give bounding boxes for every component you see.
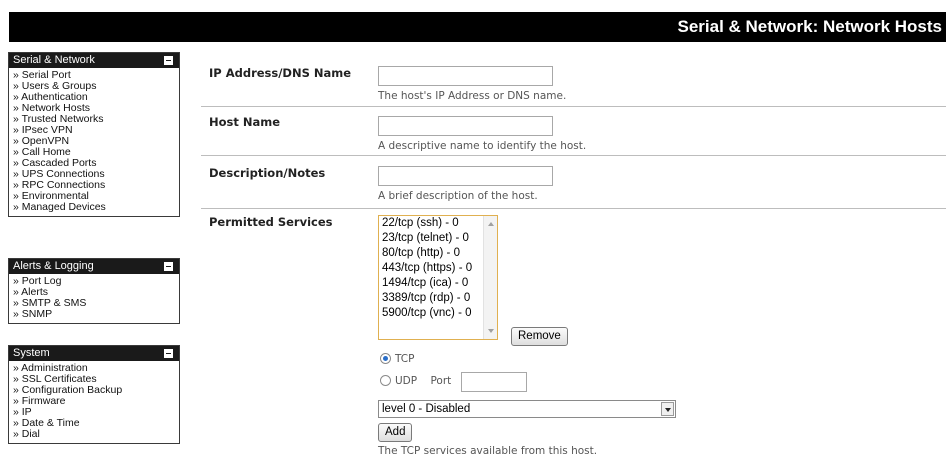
menu-title: System <box>13 347 50 359</box>
form-row-ip-address: IP Address/DNS Name The host's IP Addres… <box>201 52 946 102</box>
service-option[interactable]: 5900/tcp (vnc) - 0 <box>379 306 497 321</box>
port-input[interactable] <box>461 372 527 392</box>
description-label: Description/Notes <box>209 166 326 180</box>
tcp-radio-row[interactable]: TCP <box>380 353 414 365</box>
form-row-permitted-services: Permitted Services 22/tcp (ssh) - 0 23/t… <box>201 208 946 457</box>
menu-title: Serial & Network <box>13 54 95 66</box>
menu-items: » Administration » SSL Certificates » Co… <box>9 361 179 443</box>
services-listbox[interactable]: 22/tcp (ssh) - 0 23/tcp (telnet) - 0 80/… <box>378 215 498 340</box>
page-title: Serial & Network: Network Hosts <box>677 17 942 36</box>
menu-items: » Serial Port » Users & Groups » Authent… <box>9 68 179 216</box>
form-row-description: Description/Notes A brief description of… <box>201 155 946 207</box>
menu-serial-network: Serial & Network » Serial Port » Users &… <box>8 52 180 217</box>
service-option[interactable]: 443/tcp (https) - 0 <box>379 261 497 276</box>
host-name-label: Host Name <box>209 115 281 129</box>
service-option[interactable]: 23/tcp (telnet) - 0 <box>379 231 497 246</box>
sidebar-item-firmware[interactable]: » Firmware <box>13 396 179 407</box>
collapse-icon[interactable] <box>164 56 173 65</box>
udp-radio-row[interactable]: UDP Port <box>380 375 451 387</box>
menu-alerts-logging: Alerts & Logging » Port Log » Alerts » S… <box>8 258 180 324</box>
level-select-value: level 0 - Disabled <box>382 403 471 415</box>
menu-header-system[interactable]: System <box>9 346 179 361</box>
form-row-host-name: Host Name A descriptive name to identify… <box>201 106 946 154</box>
tcp-radio[interactable] <box>380 353 391 364</box>
menu-header-alerts-logging[interactable]: Alerts & Logging <box>9 259 179 274</box>
sidebar-item-managed-devices[interactable]: » Managed Devices <box>13 202 179 213</box>
chevron-down-icon[interactable] <box>661 402 674 416</box>
listbox-scrollbar[interactable] <box>483 216 497 339</box>
level-select[interactable]: level 0 - Disabled <box>378 400 676 418</box>
description-input[interactable] <box>378 166 553 186</box>
menu-title: Alerts & Logging <box>13 260 94 272</box>
host-name-hint: A descriptive name to identify the host. <box>378 140 587 152</box>
sidebar-item-snmp[interactable]: » SNMP <box>13 309 179 320</box>
udp-radio[interactable] <box>380 375 391 386</box>
page-header-bar: Serial & Network: Network Hosts <box>9 12 946 42</box>
sidebar-item-dial[interactable]: » Dial <box>13 429 179 440</box>
add-button[interactable]: Add <box>378 423 413 442</box>
scroll-down-icon[interactable] <box>488 329 494 333</box>
menu-system: System » Administration » SSL Certificat… <box>8 345 180 444</box>
remove-button[interactable]: Remove <box>511 327 568 346</box>
menu-items: » Port Log » Alerts » SMTP & SMS » SNMP <box>9 274 179 323</box>
description-hint: A brief description of the host. <box>378 190 538 202</box>
host-name-input[interactable] <box>378 116 553 136</box>
ip-address-hint: The host's IP Address or DNS name. <box>378 90 567 102</box>
service-option[interactable]: 1494/tcp (ica) - 0 <box>379 276 497 291</box>
services-hint: The TCP services available from this hos… <box>378 445 598 457</box>
service-option[interactable]: 22/tcp (ssh) - 0 <box>379 216 497 231</box>
tcp-label: TCP <box>395 353 415 365</box>
ip-address-label: IP Address/DNS Name <box>209 66 352 80</box>
menu-header-serial-network[interactable]: Serial & Network <box>9 53 179 68</box>
ip-address-input[interactable] <box>378 66 553 86</box>
service-option[interactable]: 80/tcp (http) - 0 <box>379 246 497 261</box>
collapse-icon[interactable] <box>164 262 173 271</box>
collapse-icon[interactable] <box>164 349 173 358</box>
port-label: Port <box>430 375 452 387</box>
service-option[interactable]: 3389/tcp (rdp) - 0 <box>379 291 497 306</box>
permitted-services-label: Permitted Services <box>209 215 333 229</box>
udp-label: UDP <box>395 375 418 387</box>
scroll-up-icon[interactable] <box>488 222 494 226</box>
